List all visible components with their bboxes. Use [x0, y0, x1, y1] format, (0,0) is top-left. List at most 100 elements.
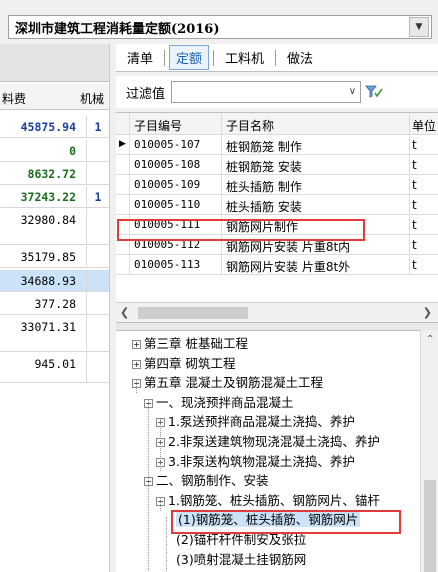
left-table-row[interactable]: 34688.93 — [0, 270, 109, 292]
row-indicator — [116, 215, 130, 234]
quota-item-row[interactable]: 010005-109 桩头插筋 制作 t — [116, 175, 438, 195]
item-unit: t — [412, 158, 417, 172]
tab-divider — [275, 49, 277, 66]
item-code: 010005-112 — [130, 235, 222, 254]
scroll-left-icon[interactable]: ❮ — [120, 306, 129, 319]
material-fee-value: 8632.72 — [27, 167, 76, 181]
item-code: 010005-110 — [130, 195, 222, 214]
row-indicator — [116, 255, 130, 274]
chapter-tree: + 第三章 桩基础工程 + 第四章 砌筑工程 − 第五章 混凝土及钢筋混凝土工程 − 一、现浇… — [116, 330, 438, 572]
tree-node-label: 第三章 桩基础工程 — [144, 336, 248, 351]
item-name: 桩头插筋 制作 — [222, 175, 410, 194]
tree-node[interactable]: +3.非泵送构筑物混凝土浇捣、养护 — [156, 451, 355, 471]
scroll-right-icon[interactable]: ❯ — [423, 306, 432, 319]
quota-item-row[interactable]: 010005-111 钢筋网片制作 t — [116, 215, 438, 235]
tab-method[interactable]: 做法 — [280, 45, 320, 70]
expand-icon[interactable]: + — [132, 359, 141, 369]
machine-value — [86, 353, 109, 382]
machine-value — [86, 293, 109, 314]
tree-node-label: 第四章 砌筑工程 — [144, 355, 236, 371]
filter-input[interactable]: ∨ — [171, 81, 362, 103]
tree-node[interactable]: +1.泵送预拌商品混凝土浇捣、养护 — [156, 411, 355, 431]
material-fee-value: 34688.93 — [20, 274, 76, 288]
tree-vertical-scrollbar[interactable]: ⌃ — [420, 330, 438, 572]
item-code: 010005-113 — [130, 255, 222, 274]
tree-node-label: 3.非泵送构筑物混凝土浇捣、养护 — [168, 453, 355, 469]
tree-guide-line — [136, 379, 137, 393]
material-fee-value: 45875.94 — [20, 120, 76, 134]
tab-labor-material-machine[interactable]: 工料机 — [218, 45, 271, 70]
left-table-row[interactable]: 8632.72 — [0, 163, 109, 185]
tree-node[interactable]: + 第三章 桩基础工程 — [132, 333, 248, 353]
left-table-row[interactable]: 0 — [0, 140, 109, 162]
left-table-row[interactable]: 377.28 — [0, 293, 109, 315]
item-name: 桩钢筋笼 安装 — [222, 155, 410, 174]
item-code: 010005-109 — [130, 175, 222, 194]
machine-header: 机械 — [80, 92, 105, 106]
expand-icon[interactable]: + — [132, 340, 141, 349]
tree-node[interactable]: − 一、现浇预拌商品混凝土 — [144, 392, 294, 412]
quota-item-row[interactable]: 010005-108 桩钢筋笼 安装 t — [116, 155, 438, 175]
tree-node-label: 二、钢筋制作、安装 — [156, 473, 269, 489]
tree-node[interactable]: + 第四章 砌筑工程 — [132, 353, 235, 373]
filter-row: 过滤值 ∨ — [116, 76, 438, 108]
left-table-row[interactable]: 37243.22 1 — [0, 186, 109, 208]
quota-item-row[interactable]: ▶ 010005-107 桩钢筋笼 制作 t — [116, 135, 438, 155]
machine-value: 1 — [86, 186, 109, 207]
left-table-row[interactable]: 32980.84 — [0, 209, 109, 245]
left-table-row[interactable]: 33071.31 — [0, 316, 109, 352]
scrollbar-thumb[interactable] — [424, 480, 436, 572]
grid-horizontal-scrollbar[interactable]: ❮ ❯ — [116, 302, 438, 322]
tab-divider — [164, 49, 166, 66]
item-unit: t — [412, 198, 417, 212]
item-unit: t — [412, 218, 417, 232]
quota-items-grid: 子目编号 子目名称 单位 ▶ 010005-107 桩钢筋笼 制作 t 010005-1… — [116, 112, 438, 302]
left-table-row[interactable]: 35179.85 — [0, 246, 109, 268]
left-table-row[interactable]: 45875.94 1 — [0, 116, 109, 138]
item-code: 010005-108 — [130, 155, 222, 174]
tree-node[interactable]: (2)锚杆杆件制安及张拉 — [172, 529, 306, 549]
tree-guide-line — [166, 517, 167, 571]
tree-node-label: (2)锚杆杆件制安及张拉 — [176, 532, 307, 547]
header-item-name[interactable]: 子目名称 — [222, 113, 410, 134]
left-table-row[interactable]: 945.01 — [0, 353, 109, 383]
current-row-arrow-icon: ▶ — [116, 135, 130, 154]
item-name: 桩钢筋笼 制作 — [222, 135, 410, 154]
row-indicator — [116, 235, 130, 254]
tree-node[interactable]: − 二、钢筋制作、安装 — [144, 470, 269, 490]
scrollbar-thumb[interactable] — [138, 307, 248, 319]
quota-item-row[interactable]: 010005-110 桩头插筋 安装 t — [116, 195, 438, 215]
chevron-down-icon[interactable]: ∨ — [349, 86, 356, 97]
machine-value — [86, 246, 109, 267]
header-item-code[interactable]: 子目编号 — [130, 113, 222, 134]
item-name: 钢筋网片安装 片重8t外 — [222, 255, 410, 274]
tree-node[interactable]: −1.钢筋笼、桩头插筋、钢筋网片、锚杆 — [156, 490, 380, 510]
tree-node-label: 2.非泵送建筑物现浇混凝土浇捣、养护 — [168, 434, 380, 449]
machine-value — [86, 163, 109, 184]
tree-node-label: 1.钢筋笼、桩头插筋、钢筋网片、锚杆 — [168, 492, 380, 508]
quota-item-row[interactable]: 010005-112 钢筋网片安装 片重8t内 t — [116, 235, 438, 255]
item-unit: t — [412, 238, 417, 252]
tree-node[interactable]: +2.非泵送建筑物现浇混凝土浇捣、养护 — [156, 431, 380, 451]
material-fee-value: 33071.31 — [20, 320, 76, 334]
quota-library-select[interactable]: 深圳市建筑工程消耗量定额(2016) ▼ — [8, 15, 432, 39]
header-unit[interactable]: 单位 — [410, 113, 438, 134]
quota-item-row[interactable]: 010005-113 钢筋网片安装 片重8t外 t — [116, 255, 438, 275]
tree-node[interactable]: − 第五章 混凝土及钢筋混凝土工程 — [132, 372, 323, 392]
tree-node-label: 1.泵送预拌商品混凝土浇捣、养护 — [168, 414, 355, 430]
item-unit: t — [412, 138, 417, 152]
filter-funnel-icon[interactable] — [365, 83, 383, 101]
tree-node[interactable]: (3)喷射混凝土挂钢筋网 — [172, 549, 306, 569]
chevron-down-icon[interactable]: ▼ — [409, 17, 429, 37]
tree-node-label: (1)钢筋笼、桩头插筋、钢筋网片 — [176, 512, 361, 528]
tab-quota[interactable]: 定额 — [169, 45, 210, 70]
material-fee-value: 0 — [69, 144, 76, 158]
pane-splitter[interactable] — [116, 322, 438, 330]
scroll-up-icon[interactable]: ⌃ — [426, 334, 434, 345]
row-indicator — [116, 195, 130, 214]
machine-value — [86, 270, 109, 291]
quota-library-value: 深圳市建筑工程消耗量定额(2016) — [15, 21, 220, 37]
tree-node[interactable]: (1)钢筋笼、桩头插筋、钢筋网片 — [172, 509, 361, 529]
tree-guide-line — [160, 497, 161, 511]
tab-bill[interactable]: 清单 — [120, 45, 160, 70]
